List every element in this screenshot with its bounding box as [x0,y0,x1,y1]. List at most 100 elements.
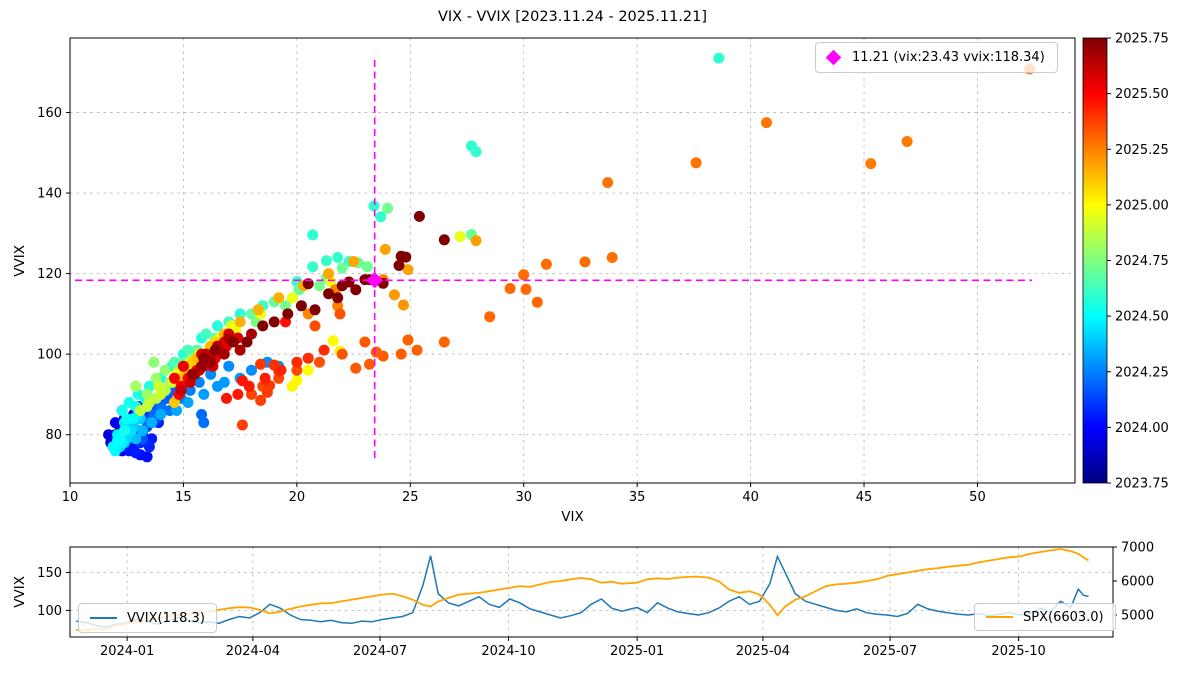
scatter-point [177,360,189,372]
chart-canvas: 10 15 20 25 30 35 40 45 50801001201401602023.752… [37,32,1169,660]
timeseries-x-tick-label: 2025-07 [863,644,917,659]
scatter-point [690,157,702,169]
scatter-point [143,397,155,408]
scatter-point [295,300,307,312]
scatter-point [221,392,232,404]
scatter-point [327,335,339,347]
scatter-x-tick-label: 15 [175,490,192,505]
scatter-point [343,276,355,288]
scatter-x-tick-label: 40 [742,490,759,505]
scatter-point [332,252,344,263]
scatter-point [334,308,346,320]
scatter-legend-label: 11.21 (vix:23.43 vvix:118.34) [852,50,1045,65]
scatter-point [146,417,158,429]
scatter-point [155,409,167,420]
scatter-point [348,256,360,267]
scatter-point [606,252,618,263]
scatter-point [602,177,614,189]
timeseries-yaxis-label-wrap: VVIX [12,547,28,637]
timeseries-yaxis-label: VVIX [12,576,28,608]
vvix-line-sample-icon [90,617,117,619]
current-point-marker-icon [825,49,842,66]
scatter-point [377,350,389,362]
scatter-point [134,405,146,416]
scatter-yaxis-label-wrap: VVIX [12,38,28,483]
spx-legend-label: SPX(6603.0) [1023,609,1104,625]
scatter-point [227,336,239,348]
scatter-x-tick-label: 45 [856,490,873,505]
scatter-xaxis-label: VIX [561,509,584,525]
scatter-point [579,256,591,268]
scatter-point [865,158,877,170]
scatter-x-tick-label: 35 [629,490,646,505]
scatter-point [182,397,194,408]
scatter-y-tick-label: 140 [37,187,62,202]
scatter-point [223,360,235,372]
timeseries-x-tick-label: 2025-04 [736,644,790,659]
spx-line-sample-icon [986,616,1013,618]
scatter-point [413,210,425,222]
scatter-yaxis-label: VVIX [12,244,28,277]
timeseries-left-tick-label: 100 [37,604,62,619]
scatter-point [130,447,142,459]
scatter-legend: 11.21 (vix:23.43 vvix:118.34) [815,42,1058,73]
colorbar-tick-label: 2025.75 [1115,32,1169,47]
scatter-point [761,117,772,129]
scatter-x-tick-label: 10 [62,490,79,505]
scatter-point [411,344,423,356]
colorbar-tick-label: 2024.50 [1115,310,1169,325]
scatter-x-tick-label: 30 [515,490,532,505]
scatter-point [470,235,482,247]
timeseries-ticks: 2024-01 2024-04 2024-07 2024-10 2025-01 2025-… [37,541,1154,660]
scatter-point [375,211,387,223]
scatter-point [198,352,210,364]
vvix-legend-label: VVIX(118.3) [127,610,205,626]
scatter-point [241,336,253,348]
scatter-point [395,348,407,360]
timeseries-x-tick-label: 2024-04 [226,644,280,659]
spx-legend: SPX(6603.0) [974,603,1116,631]
scatter-point [504,283,516,294]
timeseries-right-tick-label: 5000 [1121,609,1154,624]
scatter-point [302,352,314,364]
scatter-y-tick-label: 100 [37,348,62,363]
scatter-point [187,368,198,380]
scatter-point [259,372,271,384]
scatter-y-tick-label: 120 [37,267,62,282]
colorbar-tick-label: 2025.00 [1115,198,1169,213]
timeseries-axes-border [69,546,1114,638]
scatter-ticks: 10 15 20 25 30 35 40 45 50 80 100 120 140 160 [37,106,986,505]
scatter-point [141,451,153,463]
timeseries-left-tick-label: 150 [37,566,62,581]
scatter-point [382,202,394,214]
scatter-point [307,229,319,241]
scatter-point [314,356,325,368]
scatter-point [286,380,298,392]
timeseries-x-tick-label: 2024-01 [100,644,154,659]
scatter-point [713,52,725,64]
colorbar-tick-label: 2024.75 [1115,254,1169,269]
scatter-point [359,336,371,348]
scatter-point [252,304,264,316]
scatter-point [246,364,257,376]
scatter-point [153,380,164,392]
scatter-point [236,419,248,431]
colorbar: 2023.75 2024.00 2024.25 2024.50 2024.75 2025.… [1082,32,1169,492]
scatter-point [454,231,466,242]
vvix-legend: VVIX(118.3) [78,603,217,633]
scatter-point [282,308,294,320]
scatter-point [388,289,400,301]
scatter-point [175,384,187,396]
scatter-point [901,136,913,147]
colorbar-tick-label: 2024.25 [1115,365,1169,380]
scatter-point [323,268,335,280]
scatter-point [350,362,362,374]
scatter-point [314,280,325,292]
scatter-point [518,269,530,281]
colorbar-tick-label: 2024.00 [1115,421,1169,436]
scatter-point [232,388,244,400]
timeseries-x-tick-label: 2024-07 [353,644,407,659]
scatter-point [148,356,160,368]
scatter-point [302,364,314,376]
scatter-point [398,299,409,311]
